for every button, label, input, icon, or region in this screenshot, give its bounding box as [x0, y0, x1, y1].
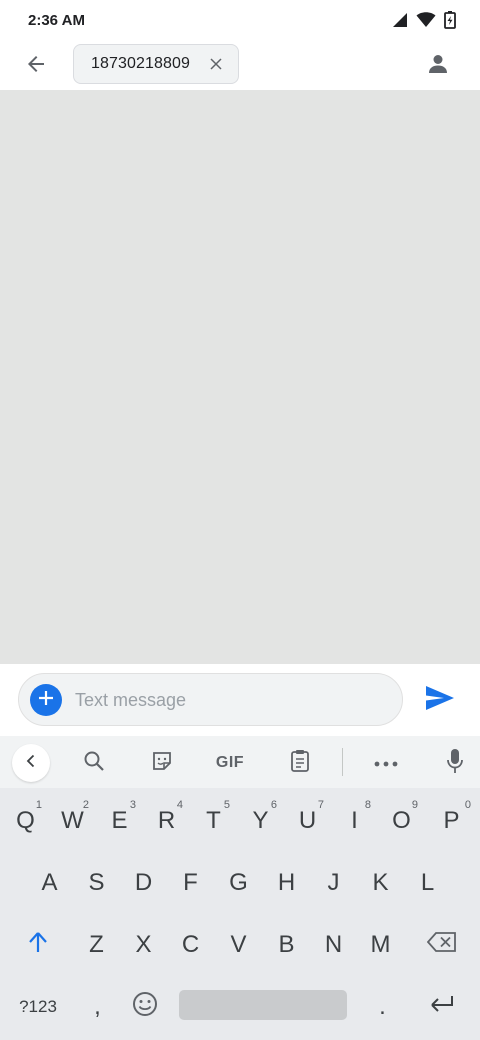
attach-button[interactable]	[30, 684, 62, 716]
gif-label: GIF	[215, 754, 245, 771]
key-r[interactable]: R 4	[143, 792, 190, 850]
key-y[interactable]: Y 6	[237, 792, 284, 850]
wifi-icon	[416, 12, 436, 33]
key-label: W	[61, 807, 84, 834]
toolbar-divider	[342, 748, 343, 776]
key-v[interactable]: V	[214, 916, 263, 974]
key-hint: 6	[270, 799, 277, 811]
battery-charging-icon	[444, 11, 456, 34]
key-a[interactable]: A	[26, 854, 73, 912]
mic-icon	[446, 748, 464, 779]
enter-key[interactable]	[406, 978, 478, 1036]
shift-key[interactable]	[2, 916, 74, 974]
key-g[interactable]: G	[214, 854, 263, 912]
key-k[interactable]: K	[357, 854, 404, 912]
keyboard: GIF Q 1 W 2 E 3 R 4 T 5 Y 6 U 7 I 8 O 9 …	[0, 736, 480, 1040]
sticker-button[interactable]	[143, 744, 181, 782]
key-label: P	[443, 807, 460, 834]
key-w[interactable]: W 2	[49, 792, 96, 850]
chevron-left-icon	[24, 754, 38, 773]
key-o[interactable]: O 9	[378, 792, 425, 850]
recipient-number: 18730218809	[91, 55, 190, 72]
key-m[interactable]: M	[357, 916, 404, 974]
keyboard-search-button[interactable]	[75, 744, 113, 782]
back-arrow-icon	[24, 52, 48, 81]
key-j[interactable]: J	[310, 854, 357, 912]
key-z[interactable]: Z	[73, 916, 120, 974]
key-label: R	[157, 807, 176, 834]
key-p[interactable]: P 0	[425, 792, 478, 850]
emoji-icon	[132, 991, 158, 1024]
key-u[interactable]: U 7	[284, 792, 331, 850]
key-label: I	[351, 807, 358, 834]
signal-icon	[392, 12, 408, 33]
symbols-key[interactable]: ?123	[2, 978, 74, 1036]
send-icon	[425, 685, 455, 716]
clipboard-icon	[290, 749, 310, 778]
key-e[interactable]: E 3	[96, 792, 143, 850]
add-icon	[38, 690, 54, 711]
app-bar: 18730218809	[0, 42, 480, 90]
backspace-icon	[426, 931, 457, 959]
close-icon[interactable]	[208, 56, 224, 72]
back-button[interactable]	[18, 48, 54, 84]
key-n[interactable]: N	[310, 916, 357, 974]
key-hint: 7	[317, 799, 324, 811]
shift-arrow-icon	[28, 931, 48, 960]
key-hint: 2	[82, 799, 89, 811]
compose-bar	[0, 664, 480, 736]
key-hint: 5	[223, 799, 230, 811]
keyboard-toolbar: GIF	[0, 736, 480, 788]
key-d[interactable]: D	[120, 854, 167, 912]
message-input[interactable]	[75, 686, 375, 714]
key-t[interactable]: T 5	[190, 792, 237, 850]
contact-button[interactable]	[420, 48, 456, 84]
keyboard-collapse-button[interactable]	[12, 744, 50, 782]
key-hint: 4	[176, 799, 183, 811]
key-h[interactable]: H	[263, 854, 310, 912]
key-label: O	[392, 807, 411, 834]
key-f[interactable]: F	[167, 854, 214, 912]
key-c[interactable]: C	[167, 916, 214, 974]
key-s[interactable]: S	[73, 854, 120, 912]
conversation-area	[0, 90, 480, 664]
key-l[interactable]: L	[404, 854, 451, 912]
voice-input-button[interactable]	[436, 744, 474, 782]
clipboard-button[interactable]	[281, 744, 319, 782]
status-time: 2:36 AM	[28, 12, 85, 29]
period-key[interactable]: .	[359, 978, 406, 1036]
key-hint: 3	[129, 799, 136, 811]
key-hint: 9	[411, 799, 418, 811]
search-icon	[83, 750, 105, 777]
key-hint: 8	[364, 799, 371, 811]
recipient-chip[interactable]: 18730218809	[73, 44, 239, 84]
gif-button[interactable]: GIF	[211, 744, 249, 782]
key-q[interactable]: Q 1	[2, 792, 49, 850]
comma-key[interactable]: ,	[74, 978, 121, 1036]
more-button[interactable]	[367, 744, 405, 782]
key-hint: 0	[464, 799, 471, 811]
key-label: T	[206, 807, 221, 834]
contact-person-icon	[426, 52, 450, 81]
status-icons	[392, 11, 456, 34]
sticker-icon	[151, 750, 173, 777]
key-i[interactable]: I 8	[331, 792, 378, 850]
key-label: U	[298, 807, 317, 834]
send-button[interactable]	[422, 682, 458, 718]
key-label: Y	[252, 807, 269, 834]
space-key[interactable]	[179, 990, 347, 1020]
key-b[interactable]: B	[263, 916, 310, 974]
key-x[interactable]: X	[120, 916, 167, 974]
backspace-key[interactable]	[406, 916, 478, 974]
key-hint: 1	[35, 799, 42, 811]
more-dots-icon	[374, 754, 398, 772]
key-label: E	[111, 807, 128, 834]
compose-field	[18, 673, 403, 726]
enter-arrow-icon	[429, 993, 455, 1021]
status-bar: 2:36 AM	[0, 0, 480, 42]
key-label: Q	[16, 807, 35, 834]
emoji-key[interactable]	[121, 978, 168, 1036]
